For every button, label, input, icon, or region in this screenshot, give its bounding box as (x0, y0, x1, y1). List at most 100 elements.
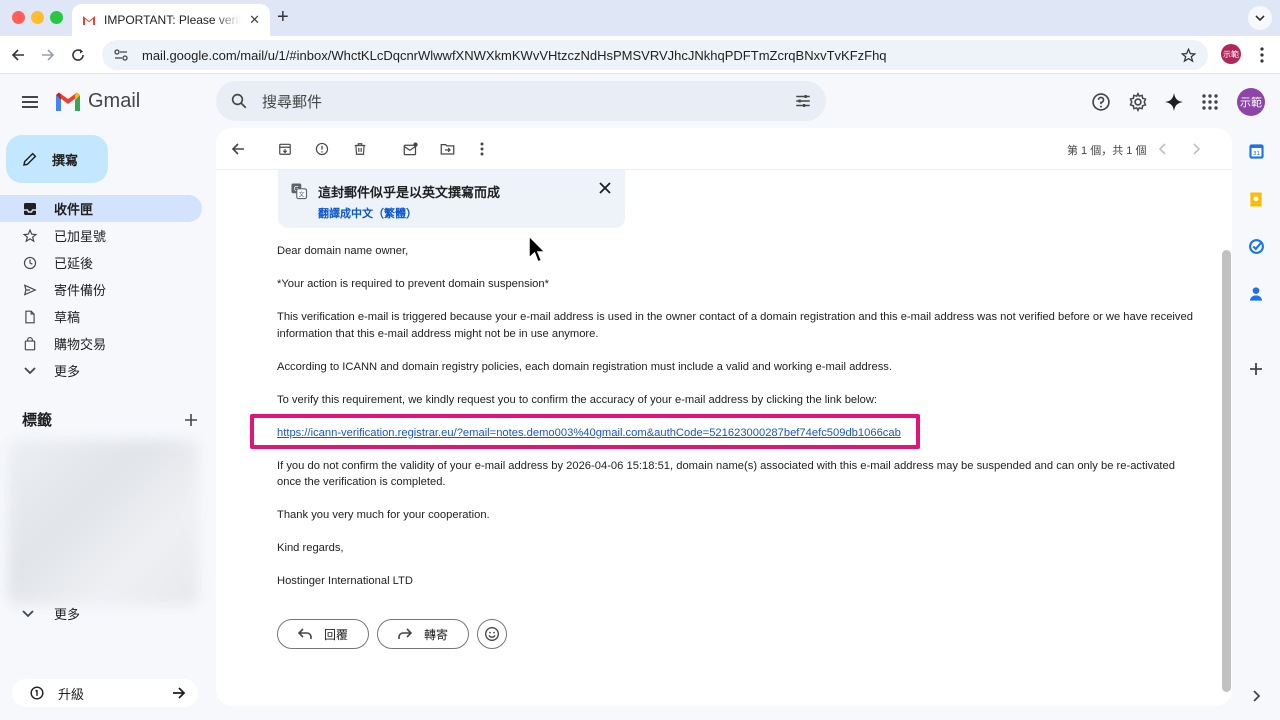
smiley-icon (485, 627, 500, 641)
contacts-icon[interactable] (1246, 284, 1266, 304)
archive-icon[interactable] (276, 140, 294, 158)
svg-text:31: 31 (1252, 151, 1260, 157)
message-scrollbar[interactable] (1222, 250, 1231, 692)
sidebar-item-more[interactable]: 更多 (0, 357, 202, 384)
signature-text: Hostinger International LTD (277, 575, 413, 587)
help-icon[interactable] (1089, 90, 1113, 114)
browser-profile-avatar[interactable]: 示範 (1221, 44, 1241, 64)
add-addon-icon[interactable] (1246, 359, 1266, 379)
sidebar-item-drafts[interactable]: 草稿 (0, 303, 202, 330)
upgrade-icon (30, 686, 44, 700)
sidebar-item-sent[interactable]: 寄件備份 (0, 276, 202, 303)
forward-button[interactable]: 轉寄 (377, 619, 470, 649)
gmail-favicon-icon (83, 15, 95, 25)
search-options-icon[interactable] (794, 92, 812, 110)
sidebar-nav: 收件匣 已加星號 已延後 寄件備份 草稿 購物交易 更多 (0, 195, 210, 384)
sidebar-item-label: 草稿 (54, 310, 81, 325)
greeting-text: Dear domain name owner, (277, 245, 409, 257)
calendar-icon[interactable]: 31 (1246, 141, 1266, 161)
compose-label: 撰寫 (52, 152, 79, 168)
upgrade-label: 升級 (58, 686, 85, 702)
older-chevron-icon[interactable] (1187, 140, 1205, 158)
tab-title: IMPORTANT: Please verify your domain (104, 13, 242, 27)
thanks-text: Thank you very much for your cooperation… (277, 509, 490, 521)
reply-button[interactable]: 回覆 (277, 619, 370, 649)
address-bar[interactable]: mail.google.com/mail/u/1/#inbox/WhctKLcD… (102, 40, 1208, 70)
translate-title: 這封郵件似乎是以英文撰寫而成 (318, 185, 501, 200)
tasks-icon[interactable] (1246, 236, 1266, 256)
gmail-logo[interactable]: Gmail (54, 90, 140, 113)
labels-header: 標籤 (22, 409, 198, 430)
chevron-down-icon (22, 363, 38, 379)
shopping-icon (22, 336, 38, 352)
chrome-menu-icon[interactable] (1256, 44, 1268, 66)
sidebar-item-label: 已延後 (54, 256, 94, 271)
search-input[interactable]: 搜尋郵件 (262, 91, 794, 112)
site-info-icon[interactable] (114, 49, 128, 61)
delete-icon[interactable] (351, 140, 369, 158)
report-spam-icon[interactable] (313, 140, 331, 158)
back-icon[interactable] (7, 44, 29, 66)
labels-list-blurred (8, 440, 198, 605)
labels-more[interactable]: 更多 (22, 604, 80, 623)
close-window-button[interactable] (12, 11, 25, 24)
search-icon[interactable] (230, 92, 248, 110)
tab-search-icon[interactable] (1248, 6, 1272, 30)
mark-unread-icon[interactable] (401, 140, 419, 158)
sidebar-item-label: 寄件備份 (54, 283, 107, 298)
account-avatar[interactable]: 示範 (1237, 88, 1265, 116)
pencil-icon (23, 152, 37, 166)
regards-text: Kind regards, (277, 542, 344, 554)
keep-icon[interactable] (1246, 189, 1266, 209)
close-icon[interactable] (598, 181, 612, 195)
svg-text:文: 文 (299, 191, 305, 199)
send-icon (22, 282, 38, 298)
browser-tab-strip: IMPORTANT: Please verify your domain ✕ + (0, 0, 1280, 36)
forward-icon[interactable] (37, 44, 59, 66)
sidebar-item-inbox[interactable]: 收件匣 (0, 195, 202, 222)
gemini-sparkle-icon[interactable] (1162, 90, 1186, 114)
main-menu-icon[interactable] (18, 90, 42, 114)
message-actions: 回覆 轉寄 (277, 619, 508, 649)
search-bar[interactable]: 搜尋郵件 (216, 81, 826, 121)
add-label-icon[interactable] (184, 413, 198, 427)
sidebar-item-purchases[interactable]: 購物交易 (0, 330, 202, 357)
mouse-cursor-icon (528, 234, 547, 263)
body-paragraph: According to ICANN and domain registry p… (277, 360, 892, 373)
tab-close-icon[interactable]: ✕ (249, 12, 260, 28)
more-options-icon[interactable] (473, 140, 491, 158)
bookmark-star-icon[interactable] (1181, 47, 1196, 63)
browser-tab[interactable]: IMPORTANT: Please verify your domain ✕ (72, 4, 270, 36)
sidebar-item-starred[interactable]: 已加星號 (0, 222, 202, 249)
sidebar-item-snoozed[interactable]: 已延後 (0, 249, 202, 276)
upgrade-button[interactable]: 升級 (12, 679, 198, 707)
expand-panel-icon[interactable] (1246, 686, 1266, 706)
body-line: *Your action is required to prevent doma… (277, 278, 549, 290)
newer-chevron-icon[interactable] (1154, 140, 1172, 158)
body-paragraph: If you do not confirm the validity of yo… (277, 459, 1175, 489)
reply-icon (298, 628, 312, 639)
sidebar-item-label: 已加星號 (54, 229, 107, 244)
message-toolbar: 第 1 個，共 1 個 (216, 128, 1232, 170)
pager-text: 第 1 個，共 1 個 (1067, 145, 1147, 157)
new-tab-icon[interactable]: + (277, 6, 289, 29)
forward-label: 轉寄 (424, 627, 449, 642)
gmail-logo-text: Gmail (88, 90, 141, 112)
back-to-inbox-icon[interactable] (229, 140, 247, 158)
url-text: mail.google.com/mail/u/1/#inbox/WhctKLcD… (142, 47, 887, 63)
compose-button[interactable]: 撰寫 (6, 135, 108, 183)
star-icon (22, 228, 38, 244)
sidebar-item-label: 購物交易 (54, 337, 107, 352)
translate-link[interactable]: 翻譯成中文（繁體） (318, 205, 417, 221)
reload-icon[interactable] (67, 44, 89, 66)
sidebar-item-label: 收件匣 (54, 202, 94, 217)
body-paragraph: To verify this requirement, we kindly re… (277, 393, 878, 406)
minimize-window-button[interactable] (31, 11, 44, 24)
apps-grid-icon[interactable] (1198, 90, 1222, 114)
emoji-reaction-button[interactable] (477, 619, 508, 649)
translate-banner: G文 這封郵件似乎是以英文撰寫而成 翻譯成中文（繁體） (278, 170, 625, 228)
message-card: 第 1 個，共 1 個 G文 這封郵件似乎是以英文撰寫而成 翻譯成中文（繁體） … (216, 128, 1232, 706)
move-to-icon[interactable] (438, 140, 456, 158)
settings-gear-icon[interactable] (1126, 90, 1150, 114)
maximize-window-button[interactable] (50, 11, 63, 24)
